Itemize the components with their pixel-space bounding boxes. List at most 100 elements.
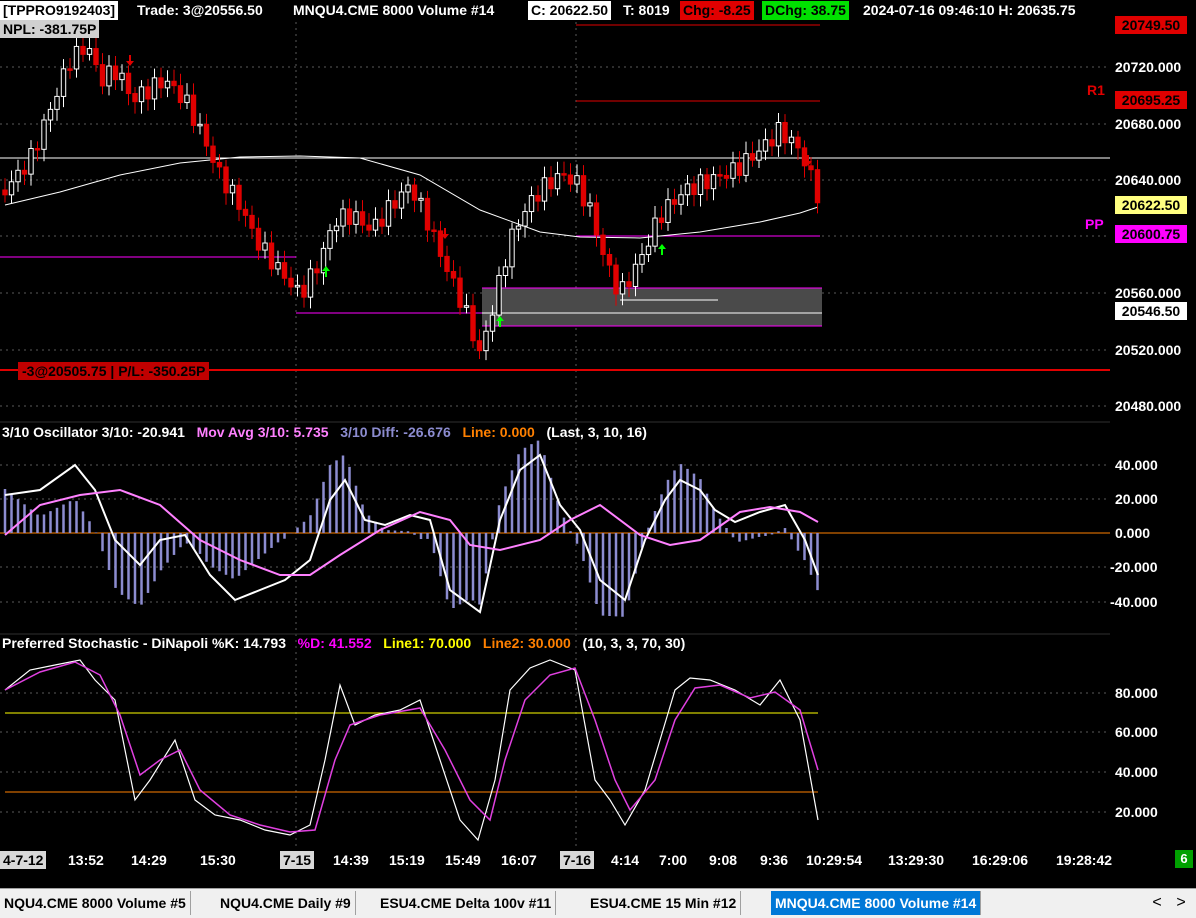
trade-label: Trade: 3@20556.50 [137, 2, 263, 18]
time-label: 19:28:42 [1056, 852, 1113, 868]
candle-body [288, 277, 294, 288]
candle-body [262, 242, 268, 251]
candle-body [333, 225, 340, 232]
osc-title-avg: Mov Avg 3/10: 5.735 [196, 424, 329, 440]
osc-title-params: (Last, 3, 10, 16) [546, 424, 647, 440]
candle-body [281, 262, 288, 279]
candle-body [697, 174, 704, 196]
candle-body [749, 153, 756, 161]
candle-body [606, 253, 613, 266]
stoch-k-line [4, 659, 819, 842]
candle-body [554, 173, 561, 190]
price-label: 20560.000 [1115, 285, 1182, 301]
candle-body [203, 123, 210, 147]
candle-body [463, 305, 470, 308]
time-label: 4-7-12 [0, 851, 47, 869]
stoch-title-d: %D: 41.552 [297, 635, 372, 651]
candle-body [132, 93, 138, 103]
candle-body [808, 165, 814, 171]
candle-body [710, 174, 717, 190]
candle-body [15, 169, 21, 183]
time-label: 14:29 [131, 852, 167, 868]
stoch-axis-label: 20.000 [1115, 804, 1158, 820]
candle-body [782, 122, 788, 144]
candle-body [593, 202, 600, 236]
chart-count-badge[interactable]: 6 [1175, 850, 1193, 868]
tab-scroll-right-button[interactable]: > [1170, 891, 1192, 915]
tab-scroll-left-button[interactable]: < [1146, 891, 1168, 915]
pp-price-tag: 20600.75 [1115, 225, 1187, 243]
tab-esu4-delta-11[interactable]: ESU4.CME Delta 100v #11 [376, 891, 557, 915]
candle-body [548, 177, 554, 190]
candle-body [496, 274, 502, 316]
candle-body [600, 234, 606, 255]
time-label: 7:00 [659, 852, 688, 868]
candle-body [67, 68, 73, 71]
candle-body [314, 268, 320, 274]
candle-body [632, 263, 639, 287]
candle-body [769, 139, 775, 147]
candle-body [535, 195, 541, 202]
candle-body [652, 217, 658, 247]
price-label: 20720.000 [1115, 59, 1182, 75]
candle-body [756, 150, 762, 161]
candle-body [307, 268, 314, 298]
osc-axis-label: 40.000 [1115, 457, 1158, 473]
tab-esu4-15min-12[interactable]: ESU4.CME 15 Min #12 [586, 891, 742, 915]
candle-body [99, 64, 106, 87]
tab-mnqu4-volume-14[interactable]: MNQU4.CME 8000 Volume #14 [771, 891, 982, 915]
candle-body [275, 262, 281, 270]
position-tag: -3@20505.75 | P/L: -350.25P [18, 362, 210, 380]
price-label: 20480.000 [1115, 398, 1182, 414]
chart-canvas[interactable] [0, 0, 1196, 888]
candle-body [541, 177, 548, 202]
candle-body [41, 119, 47, 150]
stoch-title-params: (10, 3, 3, 70, 30) [582, 635, 686, 651]
candle-body [580, 175, 587, 207]
stoch-axis-label: 40.000 [1115, 764, 1158, 780]
candle-body [775, 122, 782, 147]
candle-body [249, 214, 255, 229]
time-label: 16:07 [501, 852, 537, 868]
time-label: 7-16 [560, 851, 595, 869]
candle-body [567, 174, 574, 185]
stoch-title: Preferred Stochastic - DiNapoli %K: 14.7… [2, 635, 685, 651]
candle-body [2, 189, 8, 196]
r1-label: R1 [1087, 82, 1105, 98]
candle-body [80, 45, 86, 55]
signal-arrows [126, 55, 812, 327]
candle-body [54, 95, 60, 110]
tab-nqu4-daily-9[interactable]: NQU4.CME Daily #9 [216, 891, 356, 915]
candle-body [138, 86, 145, 103]
candle-body [489, 314, 496, 332]
candle-body [385, 200, 392, 227]
datetime-high-label: 2024-07-16 09:46:10 H: 20635.75 [863, 2, 1076, 18]
candle-body [190, 94, 197, 126]
candle-body [379, 218, 385, 227]
candle-body [509, 228, 515, 268]
sma-line [4, 155, 819, 239]
candle-body [236, 184, 242, 210]
candle-body [717, 174, 723, 177]
candle-body [639, 254, 645, 265]
candle-body [86, 48, 93, 55]
r1-price-tag: 20695.25 [1115, 91, 1187, 109]
candle-body [301, 284, 307, 298]
time-label: 14:39 [333, 852, 369, 868]
time-label: 10:29:54 [806, 852, 863, 868]
candle-body [704, 174, 710, 190]
candle-body [294, 284, 301, 288]
price-label: 20520.000 [1115, 342, 1182, 358]
candle-body [47, 108, 54, 121]
close-label: C: 20622.50 [528, 1, 612, 20]
time-label: 13:29:30 [888, 852, 945, 868]
candle-body [457, 277, 463, 308]
candle-body [691, 183, 697, 196]
tab-nqu4-volume-5[interactable]: NQU4.CME 8000 Volume #5 [0, 891, 191, 915]
candle-body [515, 225, 522, 230]
osc-title-diff: 3/10 Diff: -26.676 [340, 424, 451, 440]
candle-body [483, 330, 489, 352]
sell-arrow [126, 55, 134, 66]
candle-body [106, 65, 112, 87]
time-label: 7-15 [280, 851, 315, 869]
